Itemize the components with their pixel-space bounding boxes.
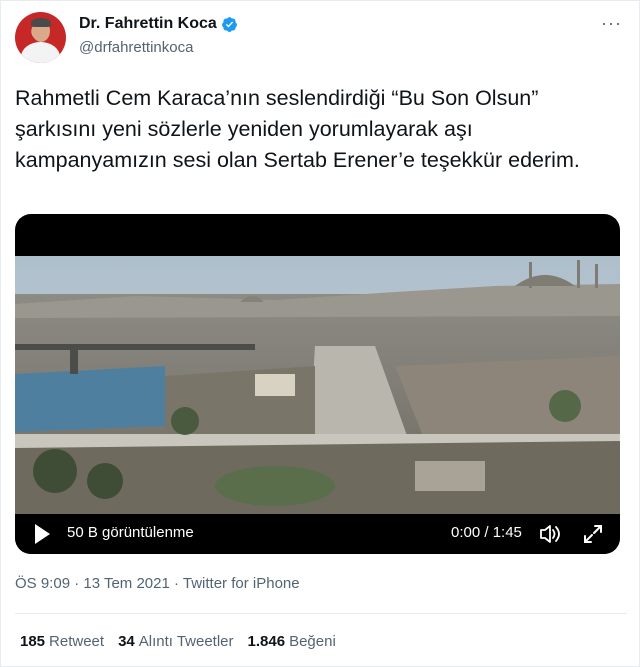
tweet-card: Dr. Fahrettin Koca @drfahrettinkoca ··· …: [0, 0, 640, 667]
author-handle[interactable]: @drfahrettinkoca: [79, 39, 193, 56]
like-label: Beğeni: [289, 633, 336, 650]
tweet-timestamp[interactable]: ÖS 9:09 · 13 Tem 2021 · Twitter for iPho…: [15, 575, 300, 592]
play-icon[interactable]: [35, 524, 50, 544]
divider: [15, 613, 627, 614]
fullscreen-icon[interactable]: [582, 523, 604, 545]
volume-icon[interactable]: [538, 523, 562, 545]
video-thumbnail[interactable]: [15, 256, 620, 514]
verified-badge-icon: [221, 16, 237, 32]
quote-tweet-count: 34: [118, 633, 135, 650]
engagement-stats: 185 Retweet 34 Alıntı Tweetler 1.846 Beğ…: [20, 633, 336, 650]
quote-tweet-stat[interactable]: 34 Alıntı Tweetler: [118, 633, 233, 650]
more-icon[interactable]: ···: [601, 13, 622, 34]
avatar[interactable]: [15, 12, 66, 63]
tweet-text: Rahmetli Cem Karaca’nın seslendirdiği “B…: [15, 86, 580, 172]
author-display-name[interactable]: Dr. Fahrettin Koca: [79, 15, 217, 33]
video-controls: 50 B görüntülenme 0:00 / 1:45: [15, 514, 620, 554]
retweet-label: Retweet: [49, 633, 105, 650]
video-player[interactable]: 50 B görüntülenme 0:00 / 1:45: [15, 214, 620, 554]
like-stat[interactable]: 1.846 Beğeni: [248, 633, 336, 650]
author-name-row: Dr. Fahrettin Koca: [79, 15, 238, 33]
retweet-count: 185: [20, 633, 46, 650]
quote-tweet-label: Alıntı Tweetler: [138, 633, 234, 650]
retweet-stat[interactable]: 185 Retweet: [20, 633, 104, 650]
view-count: 50 B görüntülenme: [67, 524, 194, 541]
video-time: 0:00 / 1:45: [451, 524, 522, 541]
like-count: 1.846: [247, 633, 286, 650]
